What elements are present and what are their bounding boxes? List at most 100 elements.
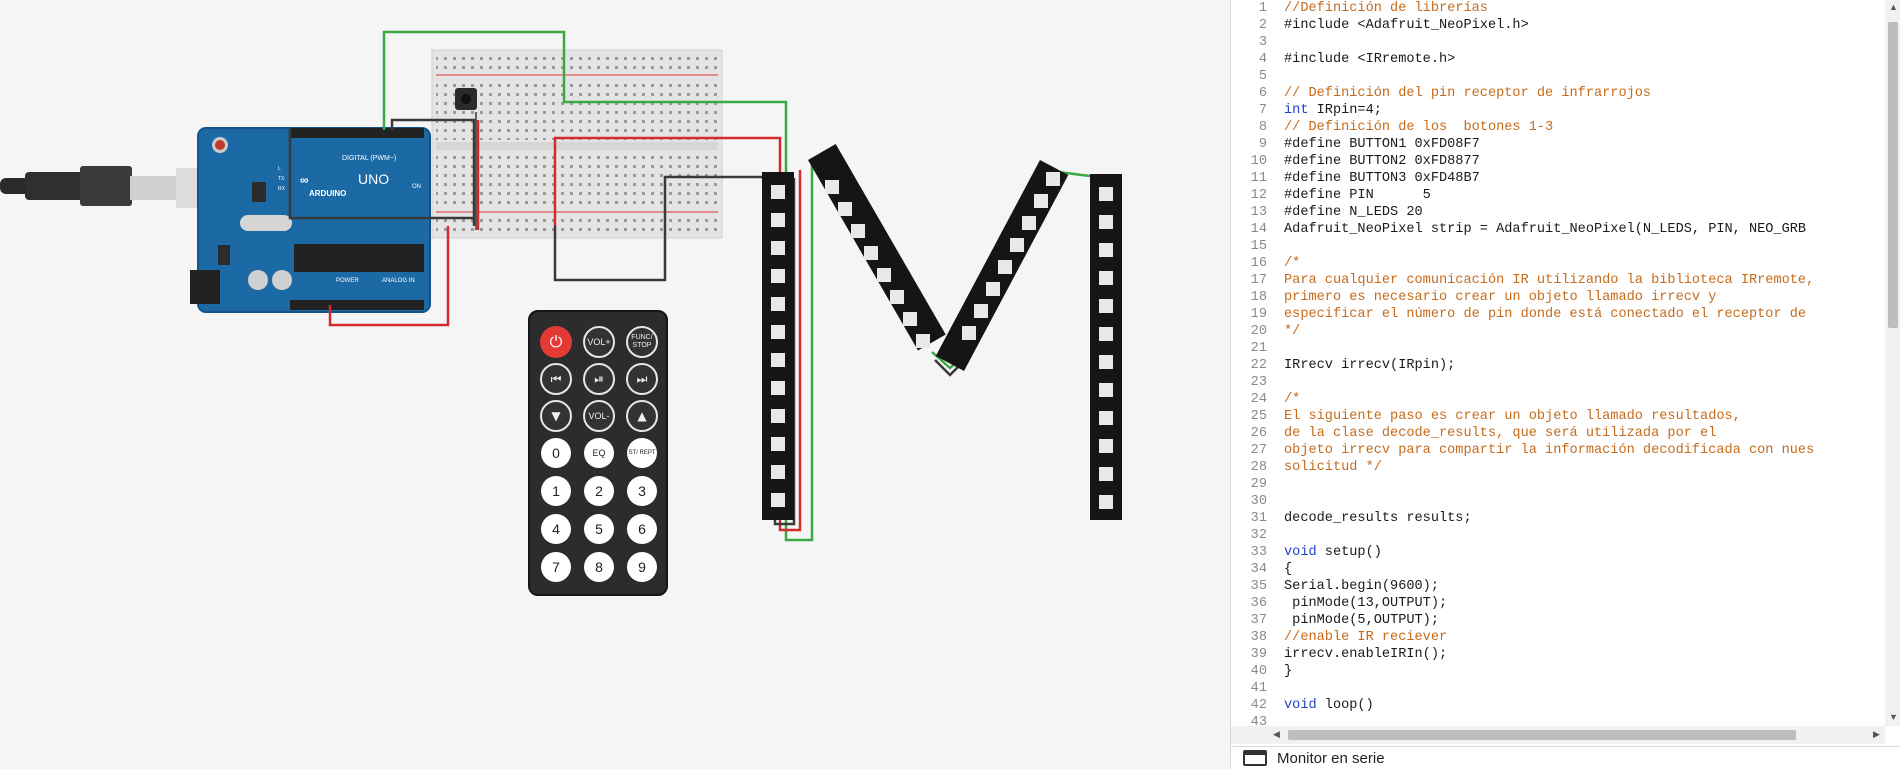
code-line[interactable]: 25 El siguiente paso es crear un objeto l… — [1231, 408, 1885, 425]
code-line[interactable]: 38 //enable IR reciever — [1231, 629, 1885, 646]
arduino-uno-board[interactable]: DIGITAL (PWM~) ∞ ARDUINO UNO POWER ANALO… — [190, 127, 431, 313]
code-text: #define BUTTON1 0xFD08F7 — [1284, 137, 1480, 152]
ir-receiver[interactable] — [455, 88, 477, 110]
remote-power-button[interactable]: ⏻ — [540, 326, 572, 358]
neopixel-led — [1099, 327, 1113, 341]
remote-vol-up-button[interactable]: VOL+ — [583, 326, 615, 358]
code-line[interactable]: 9 #define BUTTON1 0xFD08F7 — [1231, 136, 1885, 153]
code-line[interactable]: 23 — [1231, 374, 1885, 391]
line-number: 5 — [1258, 69, 1267, 84]
code-line[interactable]: 12 #define PIN 5 — [1231, 187, 1885, 204]
line-number: 39 — [1250, 647, 1267, 662]
code-line[interactable]: 37 pinMode(5,OUTPUT); — [1231, 612, 1885, 629]
code-line[interactable]: 36 pinMode(13,OUTPUT); — [1231, 595, 1885, 612]
code-line[interactable]: 32 — [1231, 527, 1885, 544]
scroll-right-icon[interactable]: ▶ — [1873, 729, 1880, 740]
code-editor[interactable]: 1 //Definición de librerías 2 #include <Ada… — [1231, 0, 1885, 726]
serial-monitor-label: Monitor en serie — [1277, 749, 1385, 767]
remote-rewind-button[interactable]: ⏮ — [540, 363, 572, 395]
remote-fast-forward-button[interactable]: ⏭ — [626, 363, 658, 395]
code-text: Serial.begin(9600); — [1284, 579, 1439, 594]
code-line[interactable]: 11 #define BUTTON3 0xFD48B7 — [1231, 170, 1885, 187]
horizontal-scroll-thumb[interactable] — [1288, 730, 1796, 740]
circuit-canvas[interactable]: DIGITAL (PWM~) ∞ ARDUINO UNO POWER ANALO… — [0, 0, 1230, 768]
remote-key-2[interactable]: 2 — [584, 476, 614, 506]
remote-key-5-label: 5 — [595, 520, 603, 537]
line-number: 3 — [1258, 35, 1267, 50]
code-text: Para cualquier comunicación IR utilizand… — [1284, 273, 1815, 288]
vertical-scrollbar[interactable]: ▲ ▼ — [1885, 0, 1900, 726]
code-line[interactable]: 29 — [1231, 476, 1885, 493]
code-line[interactable]: 3 — [1231, 34, 1885, 51]
remote-play-pause-button[interactable]: ⏯ — [583, 363, 615, 395]
code-line[interactable]: 19 especificar el número de pin donde est… — [1231, 306, 1885, 323]
neopixel-led — [1099, 215, 1113, 229]
code-line[interactable]: 8 // Definición de los botones 1-3 — [1231, 119, 1885, 136]
code-line[interactable]: 20 */ — [1231, 323, 1885, 340]
code-line[interactable]: 35 Serial.begin(9600); — [1231, 578, 1885, 595]
code-line[interactable]: 13 #define N_LEDS 20 — [1231, 204, 1885, 221]
code-line[interactable]: 15 — [1231, 238, 1885, 255]
neopixel-led — [1010, 238, 1024, 252]
remote-down-button[interactable]: ▼ — [540, 400, 572, 432]
code-line[interactable]: 6 // Definición del pin receptor de infra… — [1231, 85, 1885, 102]
ir-remote[interactable]: ⏻ VOL+ FUNC/ STOP ⏮ ⏯ ⏭ ▼ VOL- ▲ 0 EQ ST/ … — [528, 310, 668, 596]
code-line[interactable]: 40} — [1231, 663, 1885, 680]
code-line[interactable]: 34 { — [1231, 561, 1885, 578]
serial-monitor-bar[interactable]: Monitor en serie — [1231, 746, 1900, 769]
neopixel-led — [1034, 194, 1048, 208]
code-line[interactable]: 4 #include <IRremote.h> — [1231, 51, 1885, 68]
code-line[interactable]: 7 int IRpin=4; — [1231, 102, 1885, 119]
vertical-scroll-thumb[interactable] — [1888, 22, 1898, 328]
code-line[interactable]: 39 irrecv.enableIRIn(); — [1231, 646, 1885, 663]
remote-vol-down-button[interactable]: VOL- — [583, 400, 615, 432]
code-line[interactable]: 41 — [1231, 680, 1885, 697]
remote-key-9[interactable]: 9 — [627, 552, 657, 582]
remote-eq-button[interactable]: EQ — [584, 438, 614, 468]
power-label: POWER — [336, 278, 359, 284]
code-line[interactable]: 16 /* — [1231, 255, 1885, 272]
code-line[interactable]: 18 primero es necesario crear un objeto l… — [1231, 289, 1885, 306]
remote-key-0[interactable]: 0 — [541, 438, 571, 468]
code-line[interactable]: 1 //Definición de librerías — [1231, 0, 1885, 17]
code-line[interactable]: 42 void loop() — [1231, 697, 1885, 714]
code-line[interactable]: 43 — [1231, 714, 1885, 726]
code-text: decode_results results; — [1284, 511, 1472, 526]
code-line[interactable]: 33 void setup() — [1231, 544, 1885, 561]
code-text: #define BUTTON3 0xFD48B7 — [1284, 171, 1480, 186]
scroll-up-icon[interactable]: ▲ — [1889, 2, 1898, 12]
code-line[interactable]: 5 — [1231, 68, 1885, 85]
remote-key-7[interactable]: 7 — [541, 552, 571, 582]
remote-func-stop-button[interactable]: FUNC/ STOP — [626, 326, 658, 358]
code-line[interactable]: 27 objeto irrecv para compartir la inform… — [1231, 442, 1885, 459]
vol-up-label: VOL+ — [587, 337, 611, 347]
remote-key-3[interactable]: 3 — [627, 476, 657, 506]
fast-forward-icon: ⏭ — [636, 371, 648, 386]
remote-key-1[interactable]: 1 — [541, 476, 571, 506]
remote-key-5[interactable]: 5 — [584, 514, 614, 544]
scroll-left-icon[interactable]: ◀ — [1273, 729, 1280, 740]
code-line[interactable]: 28 solicitud */ — [1231, 459, 1885, 476]
code-text: especificar el número de pin donde está … — [1284, 307, 1807, 322]
code-line[interactable]: 31 decode_results results; — [1231, 510, 1885, 527]
code-line[interactable]: 24 /* — [1231, 391, 1885, 408]
remote-key-2-label: 2 — [595, 482, 603, 499]
code-line[interactable]: 10 #define BUTTON2 0xFD8877 — [1231, 153, 1885, 170]
usb-cable[interactable] — [0, 166, 226, 208]
scroll-down-icon[interactable]: ▼ — [1889, 712, 1898, 722]
code-line[interactable]: 14 Adafruit_NeoPixel strip = Adafruit_Neo… — [1231, 221, 1885, 238]
remote-up-button[interactable]: ▲ — [626, 400, 658, 432]
code-line[interactable]: 21 — [1231, 340, 1885, 357]
code-line[interactable]: 17 Para cualquier comunicación IR utiliza… — [1231, 272, 1885, 289]
code-text: #include <IRremote.h> — [1284, 52, 1456, 67]
remote-key-6-label: 6 — [638, 520, 646, 537]
code-line[interactable]: 22 IRrecv irrecv(IRpin); — [1231, 357, 1885, 374]
code-line[interactable]: 2 #include <Adafruit_NeoPixel.h> — [1231, 17, 1885, 34]
remote-key-8[interactable]: 8 — [584, 552, 614, 582]
code-line[interactable]: 30 — [1231, 493, 1885, 510]
remote-st-rept-button[interactable]: ST/ REPT — [627, 438, 657, 468]
remote-key-4[interactable]: 4 — [541, 514, 571, 544]
code-line[interactable]: 26 de la clase decode_results, que será u… — [1231, 425, 1885, 442]
horizontal-scrollbar[interactable]: ◀ ▶ — [1231, 726, 1885, 744]
remote-key-6[interactable]: 6 — [627, 514, 657, 544]
